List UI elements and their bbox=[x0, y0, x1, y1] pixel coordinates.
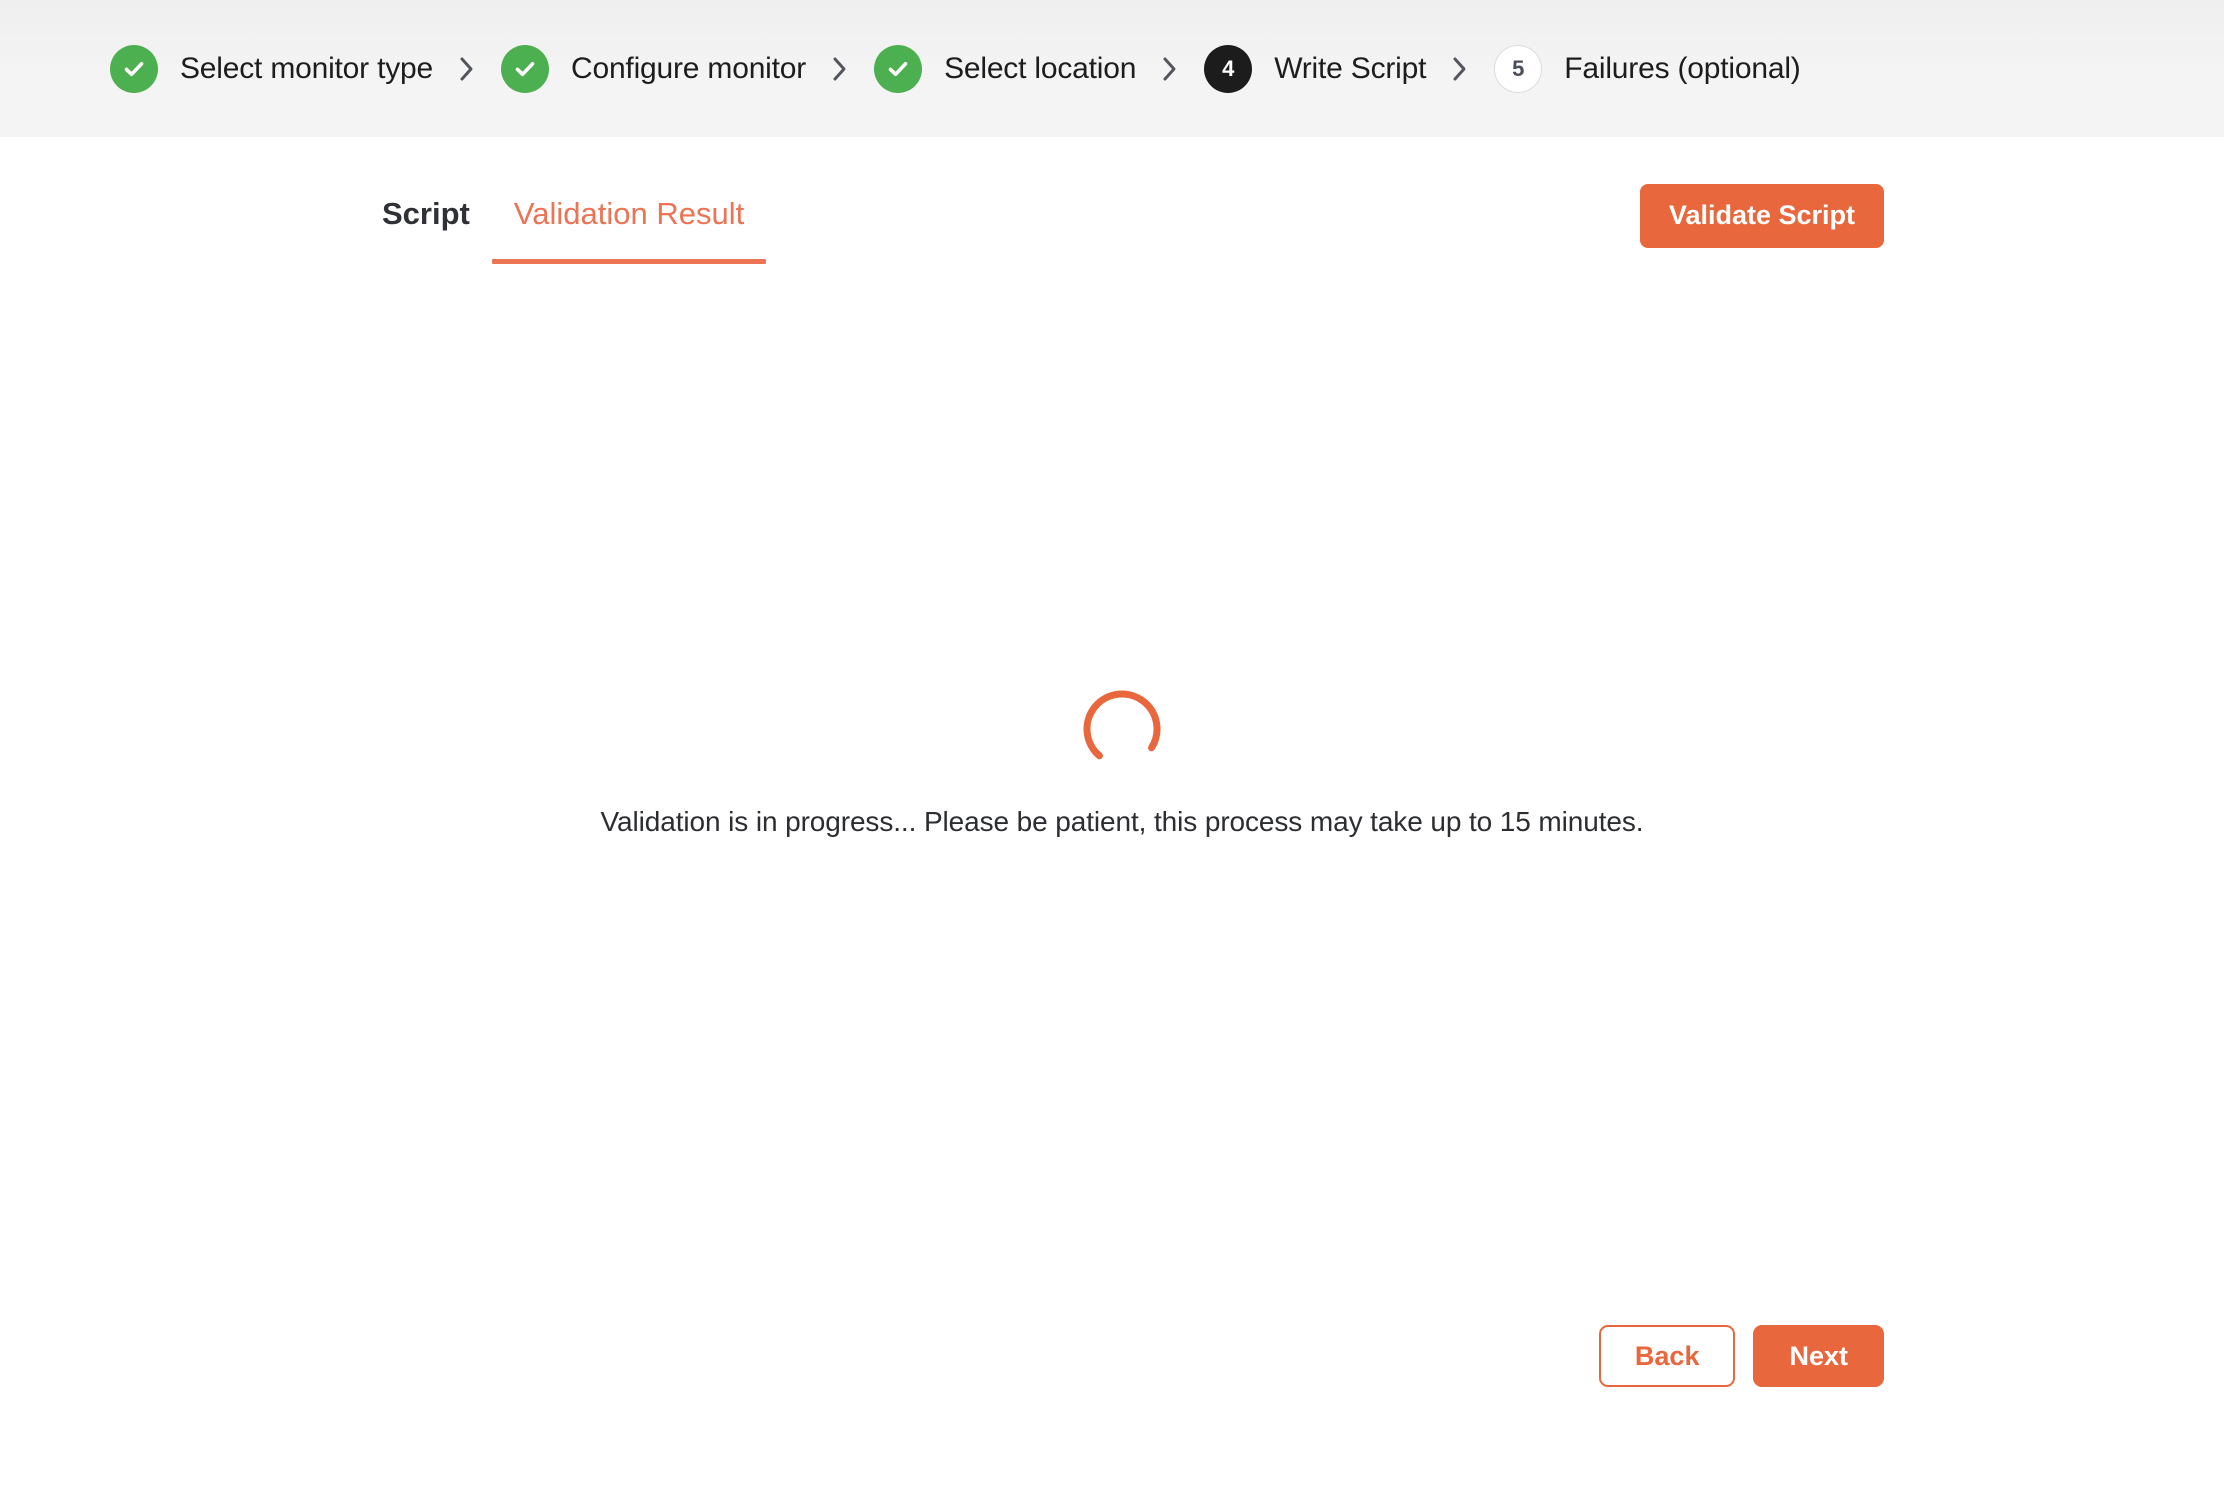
step-select-location[interactable]: Select location bbox=[874, 44, 1137, 93]
step-configure-monitor[interactable]: Configure monitor bbox=[501, 44, 807, 93]
step-2-label: Configure monitor bbox=[571, 51, 807, 85]
step-failures-optional[interactable]: 5 Failures (optional) bbox=[1494, 44, 1801, 93]
step-write-script[interactable]: 4 Write Script bbox=[1204, 44, 1427, 93]
step-3-status-circle bbox=[874, 44, 923, 93]
step-5-status-circle: 5 bbox=[1494, 44, 1543, 93]
step-4-number: 4 bbox=[1222, 55, 1235, 81]
step-5-label: Failures (optional) bbox=[1564, 51, 1801, 85]
step-separator-2 bbox=[832, 56, 848, 82]
wizard-footer: Back Next bbox=[360, 1325, 1884, 1388]
step-3-label: Select location bbox=[944, 51, 1137, 85]
step-select-monitor-type[interactable]: Select monitor type bbox=[110, 44, 433, 93]
step-1-label: Select monitor type bbox=[180, 51, 433, 85]
tab-validation-result[interactable]: Validation Result bbox=[491, 196, 767, 264]
step-5-number: 5 bbox=[1512, 55, 1525, 81]
tab-list: Script Validation Result bbox=[360, 196, 767, 264]
step-4-label: Write Script bbox=[1274, 51, 1427, 85]
step-4-status-circle: 4 bbox=[1204, 44, 1253, 93]
step-separator-1 bbox=[459, 56, 475, 82]
loading-spinner-icon bbox=[1083, 690, 1161, 768]
tabs-toolbar: Script Validation Result Validate Script bbox=[360, 184, 1884, 284]
step-1-status-circle bbox=[110, 44, 158, 93]
tab-script[interactable]: Script bbox=[360, 196, 492, 264]
step-2-status-circle bbox=[501, 44, 549, 93]
validation-progress-panel: Validation is in progress... Please be p… bbox=[360, 690, 1884, 838]
validate-script-button[interactable]: Validate Script bbox=[1639, 184, 1884, 248]
wizard-page: Select monitor type Configure monitor Se… bbox=[0, 0, 2224, 1506]
validation-progress-message: Validation is in progress... Please be p… bbox=[600, 806, 1644, 837]
next-button[interactable]: Next bbox=[1753, 1325, 1884, 1388]
wizard-stepper: Select monitor type Configure monitor Se… bbox=[0, 0, 2224, 137]
step-separator-3 bbox=[1162, 56, 1178, 82]
back-button[interactable]: Back bbox=[1598, 1325, 1736, 1388]
step-separator-4 bbox=[1452, 56, 1468, 82]
